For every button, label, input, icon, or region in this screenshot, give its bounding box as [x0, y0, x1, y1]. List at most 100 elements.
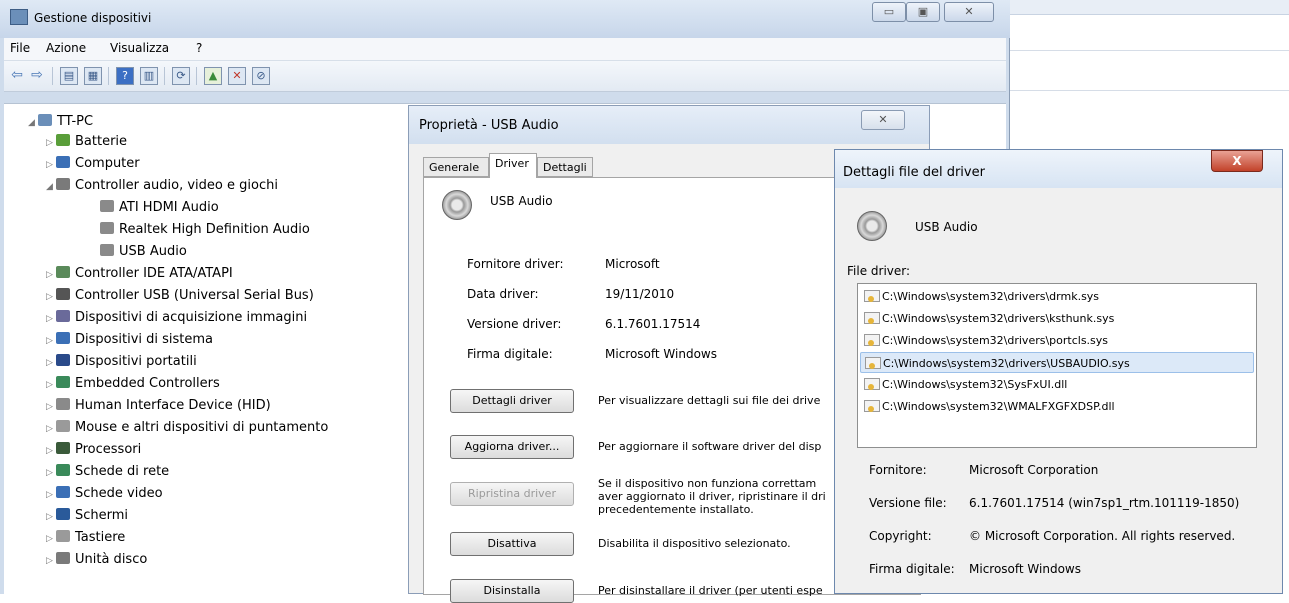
- tree-node-label: Mouse e altri dispositivi di puntamento: [75, 420, 329, 435]
- tree-node[interactable]: ▷ Dispositivi portatili: [46, 352, 197, 372]
- tree-node[interactable]: ▷ Human Interface Device (HID): [46, 396, 271, 416]
- info-value: Microsoft Windows: [969, 562, 1081, 576]
- tree-node-label: Tastiere: [75, 530, 126, 545]
- uninstall-icon[interactable]: ✕: [228, 67, 246, 85]
- file-list-item[interactable]: C:\Windows\system32\drivers\drmk.sys: [860, 286, 1254, 307]
- field-value: Microsoft Windows: [605, 347, 717, 361]
- expand-icon[interactable]: ▷: [46, 529, 56, 549]
- tree-node-label: Controller IDE ATA/ATAPI: [75, 266, 233, 281]
- update-driver-button[interactable]: Aggiorna driver...: [450, 435, 574, 459]
- close-button[interactable]: X: [1211, 150, 1263, 172]
- close-button[interactable]: ✕: [861, 110, 905, 130]
- disable-device-icon[interactable]: ⊘: [252, 67, 270, 85]
- tree-root[interactable]: ◢ TT-PC: [28, 112, 93, 132]
- device-category-icon: [56, 398, 70, 410]
- device-category-icon: [56, 266, 70, 278]
- tree-node[interactable]: ▷ Dispositivi di acquisizione immagini: [46, 308, 307, 328]
- field-label: Firma digitale:: [467, 347, 553, 361]
- help-icon[interactable]: ?: [116, 67, 134, 85]
- device-manager-icon: [10, 9, 28, 25]
- dialog-title: Proprietà - USB Audio: [419, 118, 559, 133]
- expand-icon[interactable]: ▷: [46, 419, 56, 439]
- file-path: C:\Windows\system32\drivers\portcls.sys: [882, 334, 1109, 347]
- rollback-driver-button[interactable]: Ripristina driver: [450, 482, 574, 506]
- tree-node[interactable]: ▷ Processori: [46, 440, 141, 460]
- tree-node[interactable]: ▷ Batterie: [46, 132, 127, 152]
- driver-details-button[interactable]: Dettagli driver: [450, 389, 574, 413]
- expand-icon[interactable]: ▷: [46, 397, 56, 417]
- expand-icon[interactable]: ▷: [46, 353, 56, 373]
- field-label: Versione driver:: [467, 317, 562, 331]
- tree-node[interactable]: ◢ Controller audio, video e giochi: [46, 176, 278, 196]
- driver-file-icon: [865, 357, 881, 369]
- tree-node[interactable]: ATI HDMI Audio: [90, 198, 219, 218]
- tree-node[interactable]: ▷ Controller USB (Universal Serial Bus): [46, 286, 314, 306]
- expand-icon[interactable]: ▷: [46, 133, 56, 153]
- expand-icon[interactable]: ▷: [46, 265, 56, 285]
- driver-file-icon: [864, 378, 880, 390]
- uninstall-button[interactable]: Disinstalla: [450, 579, 574, 603]
- file-list-item[interactable]: C:\Windows\system32\drivers\ksthunk.sys: [860, 308, 1254, 329]
- collapse-icon[interactable]: ◢: [28, 113, 38, 133]
- menu-visualizza[interactable]: Visualizza: [110, 41, 169, 55]
- forward-icon[interactable]: ⇨: [28, 67, 46, 85]
- properties-icon[interactable]: ▦: [84, 67, 102, 85]
- tree-node-label: Human Interface Device (HID): [75, 398, 271, 413]
- file-list-item[interactable]: C:\Windows\system32\drivers\USBAUDIO.sys: [860, 352, 1254, 373]
- tab-dettagli[interactable]: Dettagli: [537, 157, 593, 177]
- tree-node[interactable]: ▷ Schede di rete: [46, 462, 169, 482]
- tree-node-label: Realtek High Definition Audio: [119, 222, 310, 237]
- tree-node[interactable]: ▷ Tastiere: [46, 528, 125, 548]
- driver-files-list[interactable]: C:\Windows\system32\drivers\drmk.sys C:\W…: [857, 283, 1257, 448]
- expand-icon[interactable]: ▷: [46, 507, 56, 527]
- expand-icon[interactable]: ▷: [46, 485, 56, 505]
- expand-icon[interactable]: ▷: [46, 441, 56, 461]
- expand-icon[interactable]: ▷: [46, 375, 56, 395]
- menu-azione[interactable]: Azione: [46, 41, 86, 55]
- device-category-icon: [100, 244, 114, 256]
- expand-icon[interactable]: ▷: [46, 155, 56, 175]
- info-value: Microsoft Corporation: [969, 463, 1099, 477]
- field-value: Microsoft: [605, 257, 660, 271]
- field-label: Data driver:: [467, 287, 539, 301]
- tree-node[interactable]: ▷ Controller IDE ATA/ATAPI: [46, 264, 233, 284]
- expand-icon[interactable]: ▷: [46, 309, 56, 329]
- toolbar-separator: [108, 67, 109, 85]
- expand-icon[interactable]: ▷: [46, 551, 56, 571]
- scan-hardware-icon[interactable]: ⟳: [172, 67, 190, 85]
- tree-node[interactable]: Realtek High Definition Audio: [90, 220, 310, 240]
- tree-node[interactable]: ▷ Embedded Controllers: [46, 374, 220, 394]
- device-category-icon: [56, 442, 70, 454]
- back-icon[interactable]: ⇦: [8, 67, 26, 85]
- details-view-icon[interactable]: ▥: [140, 67, 158, 85]
- tree-node[interactable]: ▷ Unità disco: [46, 550, 147, 570]
- file-list-item[interactable]: C:\Windows\system32\WMALFXGFXDSP.dll: [860, 396, 1254, 417]
- close-button[interactable]: ✕: [944, 2, 994, 22]
- device-name: USB Audio: [915, 220, 978, 234]
- expand-icon[interactable]: ▷: [46, 331, 56, 351]
- view-tree-icon[interactable]: ▤: [60, 67, 78, 85]
- update-driver-icon[interactable]: ▲: [204, 67, 222, 85]
- tree-node[interactable]: USB Audio: [90, 242, 187, 262]
- file-list-item[interactable]: C:\Windows\system32\drivers\portcls.sys: [860, 330, 1254, 351]
- tree-node[interactable]: ▷ Schermi: [46, 506, 128, 526]
- tree-node[interactable]: ▷ Dispositivi di sistema: [46, 330, 213, 350]
- file-path: C:\Windows\system32\SysFxUI.dll: [882, 378, 1068, 391]
- tree-node[interactable]: ▷ Mouse e altri dispositivi di puntamento: [46, 418, 328, 438]
- file-list-item[interactable]: C:\Windows\system32\SysFxUI.dll: [860, 374, 1254, 395]
- maximize-button[interactable]: ▣: [906, 2, 940, 22]
- tab-generale[interactable]: Generale: [423, 157, 489, 177]
- expand-icon[interactable]: ▷: [46, 287, 56, 307]
- disable-button[interactable]: Disattiva: [450, 532, 574, 556]
- tab-driver[interactable]: Driver: [489, 153, 537, 178]
- device-category-icon: [100, 200, 114, 212]
- menu-help[interactable]: ?: [196, 41, 202, 55]
- expand-icon[interactable]: ▷: [46, 463, 56, 483]
- tree-node[interactable]: ▷ Schede video: [46, 484, 163, 504]
- menu-file[interactable]: File: [10, 41, 30, 55]
- tree-node[interactable]: ▷ Computer: [46, 154, 140, 174]
- collapse-icon[interactable]: ◢: [46, 177, 56, 197]
- tree-node-label: Unità disco: [75, 552, 148, 567]
- minimize-button[interactable]: ▭: [872, 2, 906, 22]
- files-label: File driver:: [847, 264, 911, 278]
